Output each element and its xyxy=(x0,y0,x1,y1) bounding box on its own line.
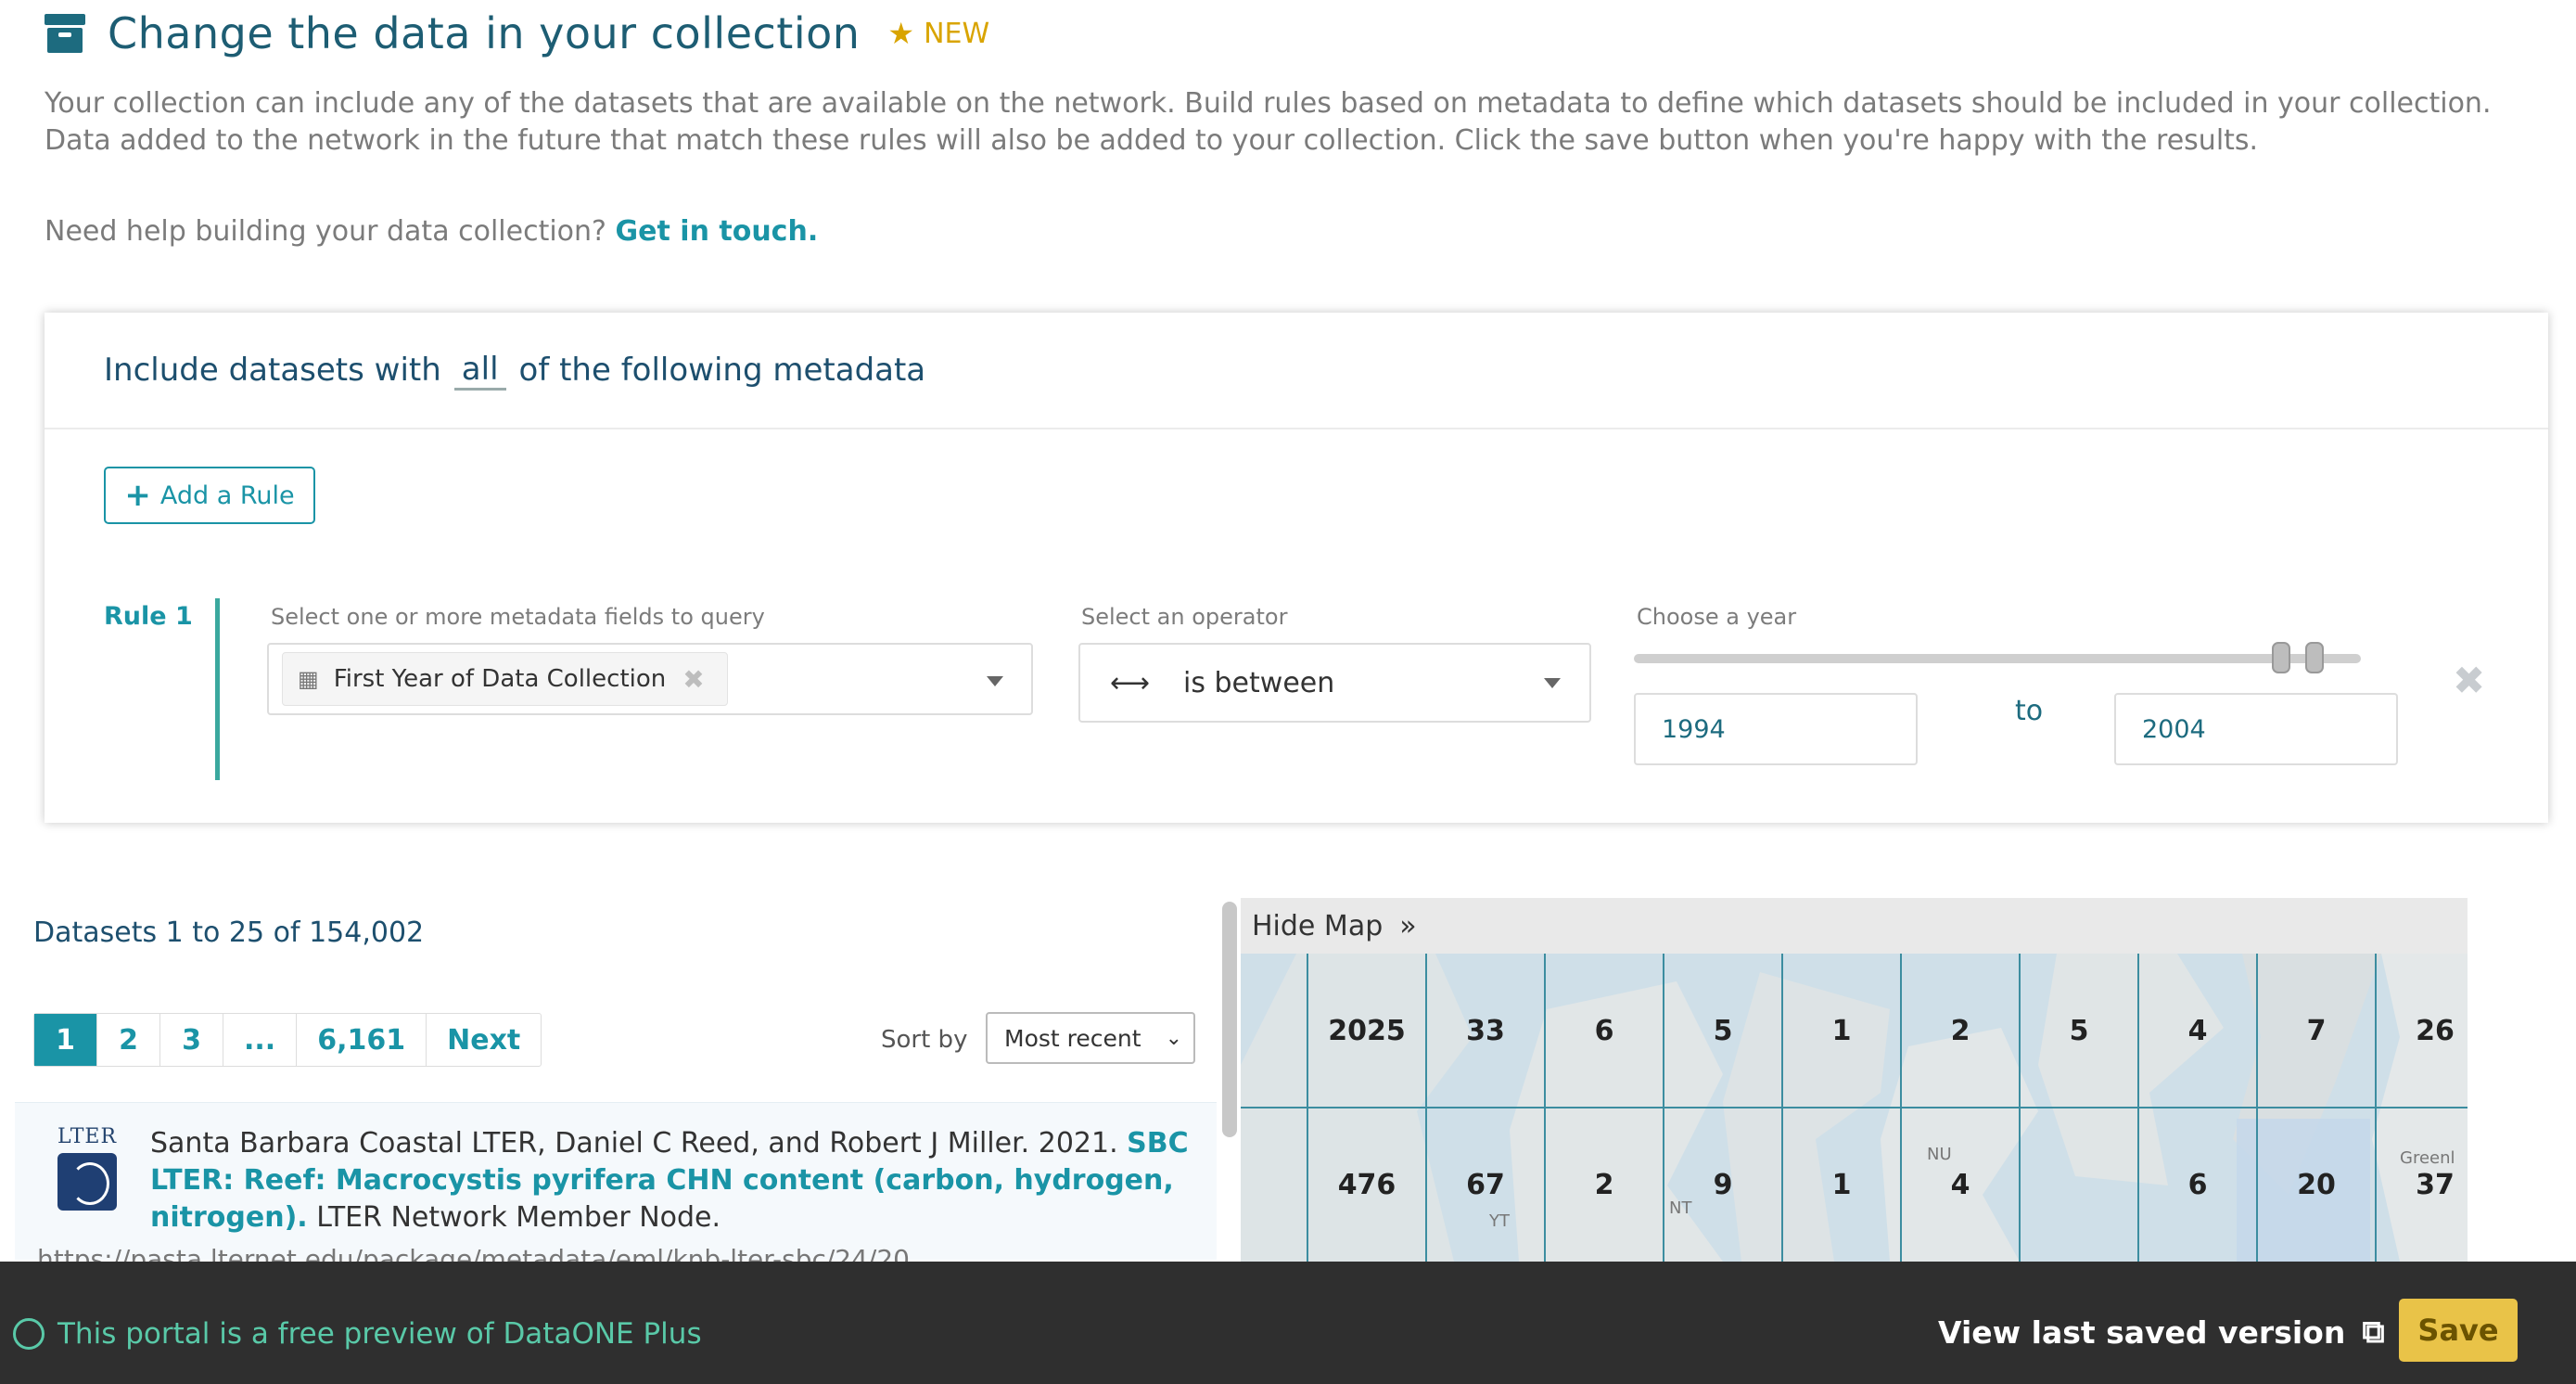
lter-logo: LTER xyxy=(52,1125,122,1212)
hide-map-label: Hide Map xyxy=(1252,909,1384,942)
chevron-down-icon[interactable] xyxy=(987,676,1003,686)
get-in-touch-link[interactable]: Get in touch. xyxy=(616,215,819,248)
globe-icon xyxy=(57,1153,117,1211)
page-next[interactable]: Next xyxy=(427,1014,541,1066)
year-from-input[interactable]: 1994 xyxy=(1634,693,1918,765)
citation: Santa Barbara Coastal LTER, Daniel C Ree… xyxy=(150,1125,1198,1237)
map-canvas[interactable]: 2025 33 6 5 1 2 5 4 7 26 476 67 2 9 1 4 6 20 37 NU NT YT Green… xyxy=(1241,954,2468,1262)
citation-node: LTER Network Member Node. xyxy=(316,1201,721,1234)
year-select-label: Choose a year xyxy=(1637,604,1797,630)
save-button[interactable]: Save xyxy=(2399,1299,2518,1362)
map-panel: Hide Map » 2025 33 6 5 1 2 5 4 7 26 476 67 2 9 1 4 6 20 37… xyxy=(1241,898,2468,1262)
preview-notice: This portal is a free preview of DataONE… xyxy=(13,1317,702,1351)
globe-icon xyxy=(13,1318,45,1350)
pagination: 1 2 3 ... 6,161 Next xyxy=(33,1013,542,1067)
sort-label: Sort by xyxy=(881,1026,968,1054)
map-place-label: NT xyxy=(1669,1198,1692,1218)
map-cluster-cell[interactable]: 4 xyxy=(1901,1108,2020,1262)
view-last-saved-link[interactable]: View last saved version ⧉ xyxy=(1938,1314,2385,1351)
map-cluster-cell[interactable]: 5 xyxy=(2020,954,2138,1108)
selected-field-label: First Year of Data Collection xyxy=(333,665,667,693)
help-line: Need help building your data collection?… xyxy=(45,215,818,248)
year-range-slider[interactable] xyxy=(1634,654,2361,663)
slider-handle-max[interactable] xyxy=(2305,642,2324,673)
lter-logo-text: LTER xyxy=(57,1125,118,1148)
results-scrollbar[interactable] xyxy=(1222,902,1237,1137)
new-badge: ★ NEW xyxy=(887,16,989,51)
rules-panel: Include datasets with all of the followi… xyxy=(45,313,2548,823)
view-last-saved-label: View last saved version xyxy=(1938,1314,2346,1351)
new-badge-label: NEW xyxy=(924,17,990,50)
selected-field-chip: ▦ First Year of Data Collection ✖ xyxy=(282,652,728,706)
preview-notice-text: This portal is a free preview of DataONE… xyxy=(57,1317,702,1351)
slider-handle-min[interactable] xyxy=(2272,642,2290,673)
map-cluster-cell[interactable]: 26 xyxy=(2376,954,2468,1108)
add-rule-button[interactable]: + Add a Rule xyxy=(104,467,315,524)
map-cluster-cell[interactable]: 2 xyxy=(1545,1108,1664,1262)
page-title: Change the data in your collection xyxy=(108,8,861,58)
year-to-input[interactable]: 2004 xyxy=(2114,693,2398,765)
range-to-label: to xyxy=(2015,695,2044,727)
double-arrow-icon: ⟷ xyxy=(1110,666,1151,699)
external-link-icon: ⧉ xyxy=(2362,1314,2385,1351)
archive-icon xyxy=(45,14,85,53)
double-chevron-right-icon: » xyxy=(1399,909,1417,942)
calendar-icon: ▦ xyxy=(298,666,319,692)
star-icon: ★ xyxy=(887,16,915,51)
map-cluster-cell[interactable]: 33 xyxy=(1426,954,1545,1108)
plus-icon: + xyxy=(124,477,151,514)
map-cluster-cell[interactable] xyxy=(2020,1108,2138,1262)
map-cluster-cell[interactable]: 6 xyxy=(1545,954,1664,1108)
help-text: Need help building your data collection? xyxy=(45,215,606,248)
results-count: Datasets 1 to 25 of 154,002 xyxy=(33,916,425,949)
page-3[interactable]: 3 xyxy=(160,1014,223,1066)
map-cluster-cell[interactable]: 6 xyxy=(2138,1108,2257,1262)
preview-footer: This portal is a free preview of DataONE… xyxy=(0,1262,2576,1384)
rules-heading-pre: Include datasets with xyxy=(104,352,441,389)
page-header: Change the data in your collection ★ NEW xyxy=(45,6,989,61)
map-place-label: Greenl xyxy=(2400,1148,2455,1168)
map-place-label: NU xyxy=(1927,1145,1952,1164)
metadata-field-select[interactable]: ▦ First Year of Data Collection ✖ xyxy=(267,643,1033,715)
hide-map-toggle[interactable]: Hide Map » xyxy=(1241,898,2468,954)
add-rule-label: Add a Rule xyxy=(159,481,295,510)
rule-label: Rule 1 xyxy=(104,602,193,631)
remove-field-icon[interactable]: ✖ xyxy=(682,664,704,695)
list-item[interactable]: LTER Santa Barbara Coastal LTER, Daniel … xyxy=(15,1102,1217,1275)
sort-value: Most recent xyxy=(1004,1024,1141,1052)
map-cluster-cell[interactable]: 5 xyxy=(1664,954,1782,1108)
match-mode-select[interactable]: all xyxy=(453,351,506,391)
map-cluster-cell[interactable]: 1 xyxy=(1782,954,1901,1108)
map-cluster-cell[interactable]: 37 xyxy=(2376,1108,2468,1262)
operator-select[interactable]: ⟷ is between xyxy=(1078,643,1591,723)
sort-select[interactable]: Most recent ⌄ xyxy=(986,1012,1195,1064)
map-cluster-cell[interactable]: 9 xyxy=(1664,1108,1782,1262)
page-last[interactable]: 6,161 xyxy=(297,1014,427,1066)
remove-rule-icon[interactable]: ✖ xyxy=(2453,658,2485,703)
operator-select-label: Select an operator xyxy=(1081,604,1288,630)
map-cluster-cell[interactable]: 67 xyxy=(1426,1108,1545,1262)
field-select-label: Select one or more metadata fields to qu… xyxy=(271,604,765,630)
operator-value: is between xyxy=(1183,666,1335,699)
page-ellipsis: ... xyxy=(223,1014,298,1066)
page-2[interactable]: 2 xyxy=(97,1014,160,1066)
map-cluster-cell[interactable]: 2025 xyxy=(1307,954,1426,1108)
chevron-down-icon: ⌄ xyxy=(1165,1027,1182,1050)
map-cluster-cell[interactable]: 4 xyxy=(2138,954,2257,1108)
map-cluster-cell[interactable]: 20 xyxy=(2257,1108,2376,1262)
map-cluster-cell[interactable]: 476 xyxy=(1307,1108,1426,1262)
map-cluster-cell[interactable]: 2 xyxy=(1901,954,2020,1108)
page-1[interactable]: 1 xyxy=(34,1014,97,1066)
citation-authors: Santa Barbara Coastal LTER, Daniel C Ree… xyxy=(150,1127,1118,1160)
rule-divider xyxy=(215,598,220,780)
intro-text: Your collection can include any of the d… xyxy=(45,87,2492,157)
rules-heading-post: of the following metadata xyxy=(518,352,926,389)
map-cluster-cell[interactable]: 1 xyxy=(1782,1108,1901,1262)
map-place-label: YT xyxy=(1489,1211,1510,1231)
rules-heading: Include datasets with all of the followi… xyxy=(45,313,2548,429)
chevron-down-icon[interactable] xyxy=(1544,678,1561,688)
map-cluster-cell[interactable]: 7 xyxy=(2257,954,2376,1108)
